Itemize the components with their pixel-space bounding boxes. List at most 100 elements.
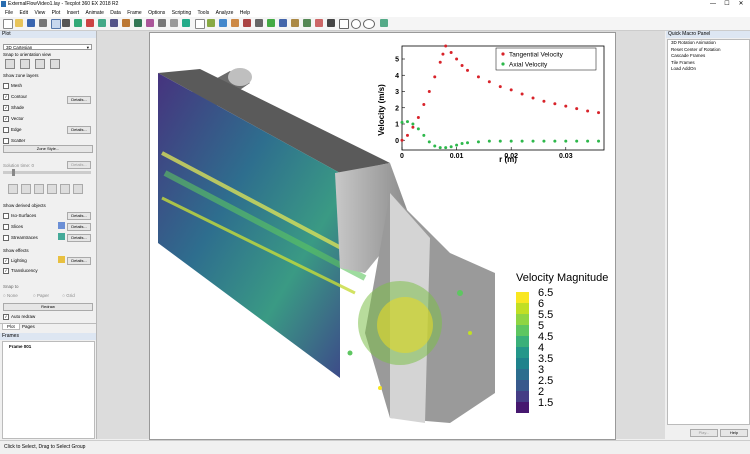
menu-animate[interactable]: Animate [86, 9, 104, 17]
layer-vector[interactable]: ✓ Vector [3, 116, 24, 122]
time-slider[interactable] [3, 171, 91, 174]
vector-checkbox[interactable]: ✓ [3, 116, 9, 122]
streamtraces-details-button[interactable]: Details... [67, 234, 91, 242]
swap-icon[interactable] [255, 19, 263, 27]
layer-shade[interactable]: ✓ Shade [3, 105, 24, 111]
orient-x-icon[interactable] [5, 59, 15, 69]
ellipse-icon[interactable] [363, 19, 375, 29]
menu-frame[interactable]: Frame [127, 9, 141, 17]
solution-details-button[interactable]: Details... [67, 161, 91, 169]
lighting-details-button[interactable]: Details... [67, 257, 91, 265]
adjust-tool-icon[interactable] [62, 19, 70, 27]
snap-grid-radio[interactable]: ○ Grid [62, 293, 74, 298]
close-button[interactable]: ✕ [734, 0, 748, 9]
rectangle-icon[interactable] [339, 19, 349, 29]
last-frame-icon[interactable] [73, 184, 83, 194]
menu-data[interactable]: Data [110, 9, 121, 17]
redraw-button[interactable]: Redraw [3, 303, 93, 311]
macro-item[interactable]: Load AddOn [668, 66, 749, 73]
snap-none-radio[interactable]: ○ None [3, 293, 18, 298]
menu-view[interactable]: View [34, 9, 45, 17]
frame-icon[interactable] [279, 19, 287, 27]
arrow-icon[interactable] [315, 19, 323, 27]
auto-redraw[interactable]: ✓ Auto redraw [3, 314, 35, 320]
contour-details-button[interactable]: Details... [67, 96, 91, 104]
edit-icon[interactable] [207, 19, 215, 27]
geometry-icon[interactable] [380, 19, 388, 27]
frame-item[interactable]: Frame 001 [3, 342, 94, 351]
menu-plot[interactable]: Plot [52, 9, 61, 17]
tab-pages[interactable]: Pages [18, 324, 39, 329]
orient-y-icon[interactable] [20, 59, 30, 69]
layer-mesh[interactable]: Mesh [3, 83, 22, 89]
transform-icon[interactable] [219, 19, 227, 27]
auto-redraw-checkbox[interactable]: ✓ [3, 314, 9, 320]
polyline-icon[interactable] [195, 19, 205, 29]
translucency-checkbox[interactable]: ✓ [3, 268, 9, 274]
pin-icon[interactable] [182, 19, 190, 27]
help-button[interactable]: Help [720, 429, 748, 437]
orient-z-icon[interactable] [35, 59, 45, 69]
layer-contour[interactable]: ✓ Contour [3, 94, 27, 100]
save-icon[interactable] [27, 19, 35, 27]
minimize-button[interactable]: — [706, 0, 720, 9]
menu-help[interactable]: Help [240, 9, 250, 17]
rotate-icon[interactable] [110, 19, 118, 27]
zoom-out-icon[interactable] [86, 19, 94, 27]
slices-details-button[interactable]: Details... [67, 223, 91, 231]
play-button[interactable]: Play... [690, 429, 718, 437]
time-slider-handle[interactable] [12, 169, 15, 176]
menu-file[interactable]: File [5, 9, 13, 17]
streamtraces-checkbox[interactable] [3, 235, 9, 241]
derived-slices[interactable]: Slices [3, 224, 23, 230]
open-folder-icon[interactable] [15, 19, 23, 27]
line-icon[interactable] [327, 19, 335, 27]
color-map-icon[interactable] [231, 19, 239, 27]
menu-options[interactable]: Options [148, 9, 165, 17]
prev-frame-icon[interactable] [21, 184, 31, 194]
zoom-in-icon[interactable] [74, 19, 82, 27]
play-icon[interactable] [47, 184, 57, 194]
slice-tool-icon[interactable] [58, 222, 65, 229]
first-frame-icon[interactable] [8, 184, 18, 194]
next-frame-icon[interactable] [60, 184, 70, 194]
menu-tools[interactable]: Tools [198, 9, 210, 17]
derived-iso[interactable]: Iso-Surfaces [3, 213, 36, 219]
iso-details-button[interactable]: Details... [67, 212, 91, 220]
snap-paper-radio[interactable]: ○ Paper [33, 293, 49, 298]
menu-edit[interactable]: Edit [19, 9, 28, 17]
effect-lighting[interactable]: ✓ Lighting [3, 258, 27, 264]
zone-style-button[interactable]: Zone Style... [3, 145, 93, 153]
text-icon[interactable] [291, 19, 299, 27]
plot-type-select[interactable]: 3D Cartesian ▾ [3, 44, 92, 50]
shade-checkbox[interactable]: ✓ [3, 105, 9, 111]
plot-canvas[interactable]: Velocity (m/s) r (m) 0 1 2 3 4 5 0 0.01 0.02 0.03… [149, 32, 616, 440]
edge-checkbox[interactable] [3, 127, 9, 133]
mesh-checkbox[interactable] [3, 83, 9, 89]
orient-iso-icon[interactable] [50, 59, 60, 69]
scatter-checkbox[interactable] [3, 138, 9, 144]
derived-streamtraces[interactable]: Streamtraces [3, 235, 38, 241]
select-tool-icon[interactable] [51, 19, 61, 29]
translate-icon[interactable] [98, 19, 106, 27]
probe-icon[interactable] [122, 19, 130, 27]
extract-icon[interactable] [243, 19, 251, 27]
play-back-icon[interactable] [34, 184, 44, 194]
grid-icon[interactable] [170, 19, 178, 27]
circle-icon[interactable] [351, 19, 361, 29]
print-icon[interactable] [39, 19, 47, 27]
streamtrace-tool-icon[interactable] [58, 233, 65, 240]
edge-details-button[interactable]: Details... [67, 126, 91, 134]
maximize-button[interactable]: ☐ [720, 0, 734, 9]
lightbulb-icon[interactable] [58, 256, 65, 263]
layer-scatter[interactable]: Scatter [3, 138, 25, 144]
contour-label-icon[interactable] [158, 19, 166, 27]
effect-translucency[interactable]: ✓ Translucency [3, 268, 38, 274]
slices-checkbox[interactable] [3, 224, 9, 230]
slice-icon[interactable] [134, 19, 142, 27]
layer-edge[interactable]: Edge [3, 127, 22, 133]
menu-scripting[interactable]: Scripting [172, 9, 191, 17]
iso-checkbox[interactable] [3, 213, 9, 219]
contour-checkbox[interactable]: ✓ [3, 94, 9, 100]
layout-icon[interactable] [267, 19, 275, 27]
